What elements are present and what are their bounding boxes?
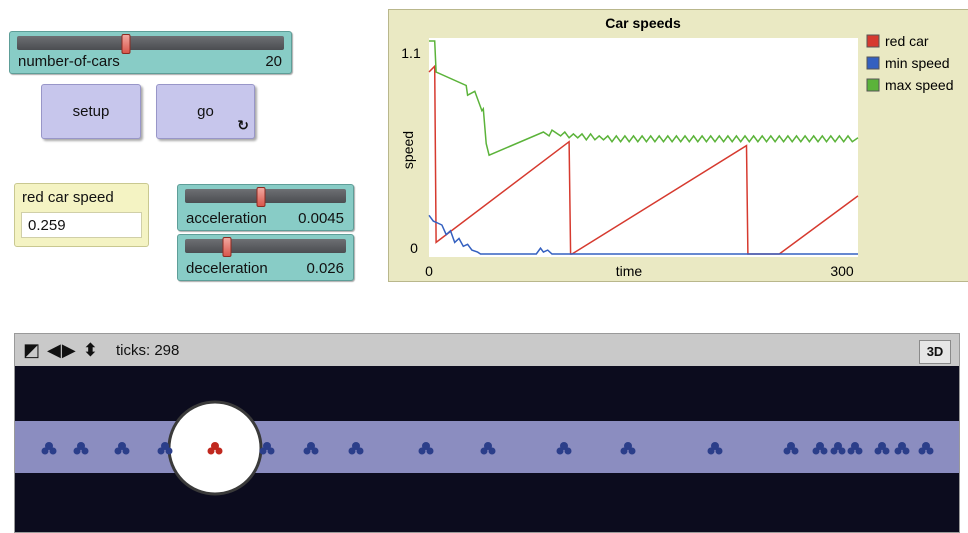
slider-label: deceleration [186,260,268,277]
slider-label: acceleration [186,210,267,227]
slider-track[interactable] [17,34,284,54]
monitor-label: red car speed [22,189,114,206]
plot-svg: Car speeds time speed 1.1 0 0 300 red ca… [400,15,953,279]
x-tick-min: 0 [425,263,433,279]
monitor-value: 0.259 [21,212,142,238]
legend: red car min speed max speed [866,33,953,93]
go-button[interactable]: go ↻ [156,84,255,139]
y-tick-min: 0 [410,240,418,256]
ticks-counter: ticks: 298 [116,342,180,359]
legend-swatch [866,34,880,48]
shape-editor-icon[interactable]: ◩ [23,340,41,360]
acceleration-slider[interactable]: acceleration 0.0045 [177,184,354,231]
x-axis-label: time [616,263,643,279]
setup-button[interactable]: setup [41,84,141,139]
go-button-label: go [197,103,214,120]
y-axis-label: speed [400,131,416,169]
legend-label: red car [885,33,929,49]
red-car-speed-monitor: red car speed 0.259 [14,183,149,247]
plot-area [429,38,858,257]
view-icons: ◩ ◀▶ ⬍ [23,340,99,361]
car-speeds-plot: Car speeds time speed 1.1 0 0 300 red ca… [388,9,968,282]
x-tick-max: 300 [830,263,854,279]
slider-track[interactable] [185,237,346,257]
world-view: ◩ ◀▶ ⬍ ticks: 298 3D [14,333,960,533]
deceleration-slider[interactable]: deceleration 0.026 [177,234,354,281]
y-tick-max: 1.1 [401,45,421,61]
slider-value: 0.0045 [298,210,344,227]
view-toolbar: ◩ ◀▶ ⬍ ticks: 298 3D [15,334,959,366]
slider-thumb[interactable] [121,34,131,54]
legend-label: min speed [885,55,950,71]
setup-button-label: setup [72,103,110,120]
legend-swatch [866,78,880,92]
world-canvas[interactable] [15,366,959,532]
slider-thumb[interactable] [256,187,266,207]
world-svg [15,366,959,532]
legend-swatch [866,56,880,70]
slider-value: 20 [265,53,282,70]
slider-label: number-of-cars [18,53,120,70]
plot-title: Car speeds [605,15,681,31]
horizontal-arrows-icon[interactable]: ◀▶ [47,340,77,360]
3d-button[interactable]: 3D [919,340,951,364]
forever-loop-icon: ↻ [237,117,249,133]
vertical-arrows-icon[interactable]: ⬍ [83,340,99,360]
slider-value: 0.026 [306,260,344,277]
slider-track[interactable] [185,187,346,207]
number-of-cars-slider[interactable]: number-of-cars 20 [9,31,292,74]
slider-thumb[interactable] [222,237,232,257]
legend-label: max speed [885,77,953,93]
